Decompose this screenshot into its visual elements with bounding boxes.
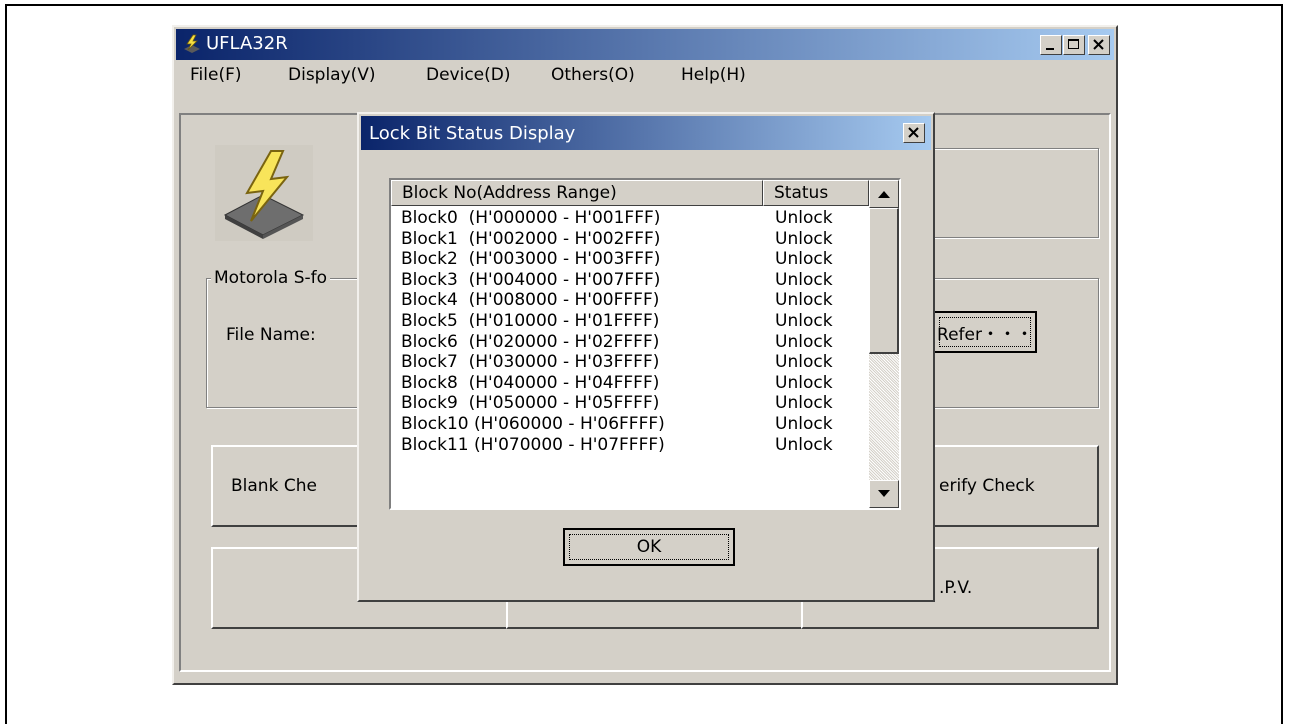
status-cell: Unlock [775,228,833,249]
menu-device[interactable]: Device(D) [426,65,511,85]
list-item[interactable]: Block4 (H'008000 - H'00FFFF) Unlock [391,290,869,310]
lightning-chip-icon [215,145,313,241]
ok-button[interactable]: OK [563,528,735,566]
status-cell: Unlock [775,393,833,414]
status-cell: Unlock [775,269,833,290]
block-range-cell: Block5 (H'010000 - H'01FFFF) [401,311,660,331]
block-range-cell: Block0 (H'000000 - H'001FFF) [401,208,661,228]
dialog-title: Lock Bit Status Display [369,123,576,144]
menu-file[interactable]: File(F) [190,65,242,85]
block-range-cell: Block4 (H'008000 - H'00FFFF) [401,290,660,311]
block-range-cell: Block7 (H'030000 - H'03FFFF) [401,352,660,373]
dialog-close-button[interactable] [903,123,925,143]
focus-rect [569,534,729,560]
status-cell: Unlock [775,372,833,393]
maximize-icon [1068,39,1079,49]
file-name-label: File Name: [226,325,316,345]
minimize-button[interactable] [1040,35,1062,55]
list-item[interactable]: Block8 (H'040000 - H'04FFFF) Unlock [391,373,869,393]
list-item[interactable]: Block11 (H'070000 - H'07FFFF) Unlock [391,435,869,455]
verify-check-label: erify Check [939,476,1035,496]
block-range-cell: Block11 (H'070000 - H'07FFFF) [401,434,665,455]
list-item[interactable]: Block7 (H'030000 - H'03FFFF) Unlock [391,352,869,372]
column-header-status[interactable]: Status [763,180,869,206]
dialog-titlebar[interactable]: Lock Bit Status Display [361,116,931,150]
maximize-button[interactable] [1063,35,1085,55]
status-cell: Unlock [775,290,833,311]
status-cell: Unlock [775,434,833,455]
blank-check-label: Blank Che [231,476,317,496]
scrollbar-thumb[interactable] [869,208,899,354]
group-label: Motorola S-fo [211,268,331,288]
close-icon [908,127,919,138]
vertical-scrollbar[interactable] [869,180,899,508]
block-range-cell: Block9 (H'050000 - H'05FFFF) [401,393,660,414]
lock-bit-list[interactable]: Block No(Address Range) Status Block0 (H… [389,178,901,510]
list-item[interactable]: Block1 (H'002000 - H'002FFF) Unlock [391,229,869,249]
status-cell: Unlock [775,352,833,373]
list-item[interactable]: Block9 (H'050000 - H'05FFFF) Unlock [391,393,869,413]
list-item[interactable]: Block5 (H'010000 - H'01FFFF) Unlock [391,311,869,331]
main-titlebar[interactable]: UFLA32R [176,29,1114,60]
list-item[interactable]: Block0 (H'000000 - H'001FFF) Unlock [391,208,869,228]
lock-bit-dialog: Lock Bit Status Display Block No(Address… [357,112,935,602]
window-title: UFLA32R [206,33,288,54]
status-cell: Unlock [775,208,833,228]
column-header-block[interactable]: Block No(Address Range) [391,180,763,206]
list-item[interactable]: Block6 (H'020000 - H'02FFFF) Unlock [391,332,869,352]
menu-others[interactable]: Others(O) [551,65,635,85]
focus-rect [939,317,1031,347]
block-range-cell: Block8 (H'040000 - H'04FFFF) [401,372,660,393]
block-range-cell: Block6 (H'020000 - H'02FFFF) [401,331,660,352]
status-cell: Unlock [775,331,833,352]
scroll-down-button[interactable] [869,480,899,508]
refer-button[interactable]: Refer・・・ [933,311,1037,353]
block-range-cell: Block10 (H'060000 - H'06FFFF) [401,414,665,434]
status-cell: Unlock [775,249,833,270]
block-range-cell: Block2 (H'003000 - H'003FFF) [401,249,661,270]
menu-help[interactable]: Help(H) [681,65,746,85]
scroll-up-button[interactable] [869,180,899,208]
minimize-icon [1046,48,1054,50]
status-cell: Unlock [775,311,833,331]
epv-label: .P.V. [939,578,973,598]
list-item[interactable]: Block3 (H'004000 - H'007FFF) Unlock [391,270,869,290]
status-cell: Unlock [775,414,833,434]
lightning-chip-icon [184,34,200,53]
block-range-cell: Block3 (H'004000 - H'007FFF) [401,269,661,290]
scroll-up-arrow-icon [878,191,890,198]
list-item[interactable]: Block2 (H'003000 - H'003FFF) Unlock [391,249,869,269]
close-button[interactable] [1088,35,1110,55]
close-icon [1093,39,1104,50]
scroll-down-arrow-icon [878,490,890,497]
menu-display[interactable]: Display(V) [288,65,376,85]
menu-bar: File(F) Display(V) Device(D) Others(O) H… [176,62,1114,90]
list-item[interactable]: Block10 (H'060000 - H'06FFFF) Unlock [391,414,869,434]
block-range-cell: Block1 (H'002000 - H'002FFF) [401,228,661,249]
